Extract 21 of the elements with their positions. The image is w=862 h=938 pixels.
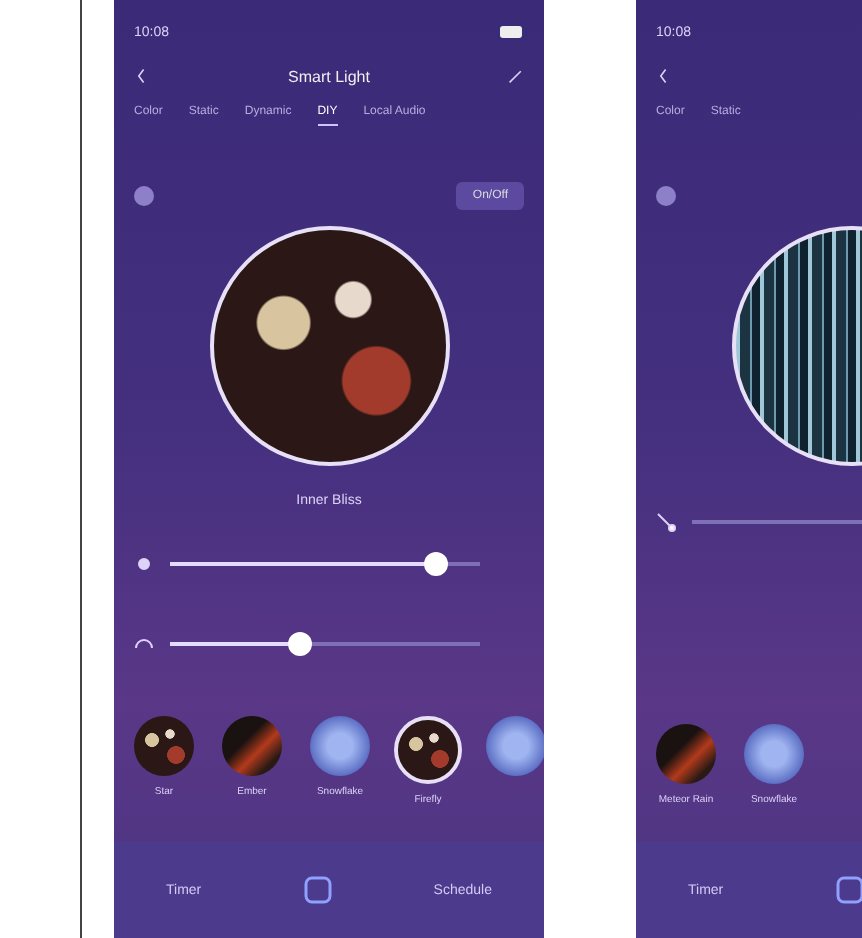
- timer-icon[interactable]: [134, 186, 154, 206]
- back-icon: [656, 68, 672, 84]
- lamp-icon[interactable]: [301, 874, 334, 906]
- battery-icon: [500, 26, 524, 38]
- slider-thumb[interactable]: [288, 632, 313, 656]
- slider-thumb[interactable]: [424, 552, 449, 576]
- screen-title: Smart Light: [288, 67, 370, 85]
- snowflake-picture: [744, 724, 804, 784]
- pencil-icon: [508, 68, 524, 84]
- ember-picture: [656, 724, 716, 784]
- bokeh-picture: [394, 716, 462, 784]
- lamp-icon[interactable]: [834, 874, 862, 906]
- snowflake-picture: [310, 716, 370, 776]
- timer-icon[interactable]: [656, 186, 676, 206]
- gauge-icon: [134, 634, 154, 654]
- wand-icon: [656, 512, 676, 532]
- sun-icon: [134, 554, 154, 574]
- back-icon: [134, 68, 150, 84]
- ember-picture: [222, 716, 282, 776]
- bokeh-picture: [134, 716, 194, 776]
- snowflake-picture: [486, 716, 544, 776]
